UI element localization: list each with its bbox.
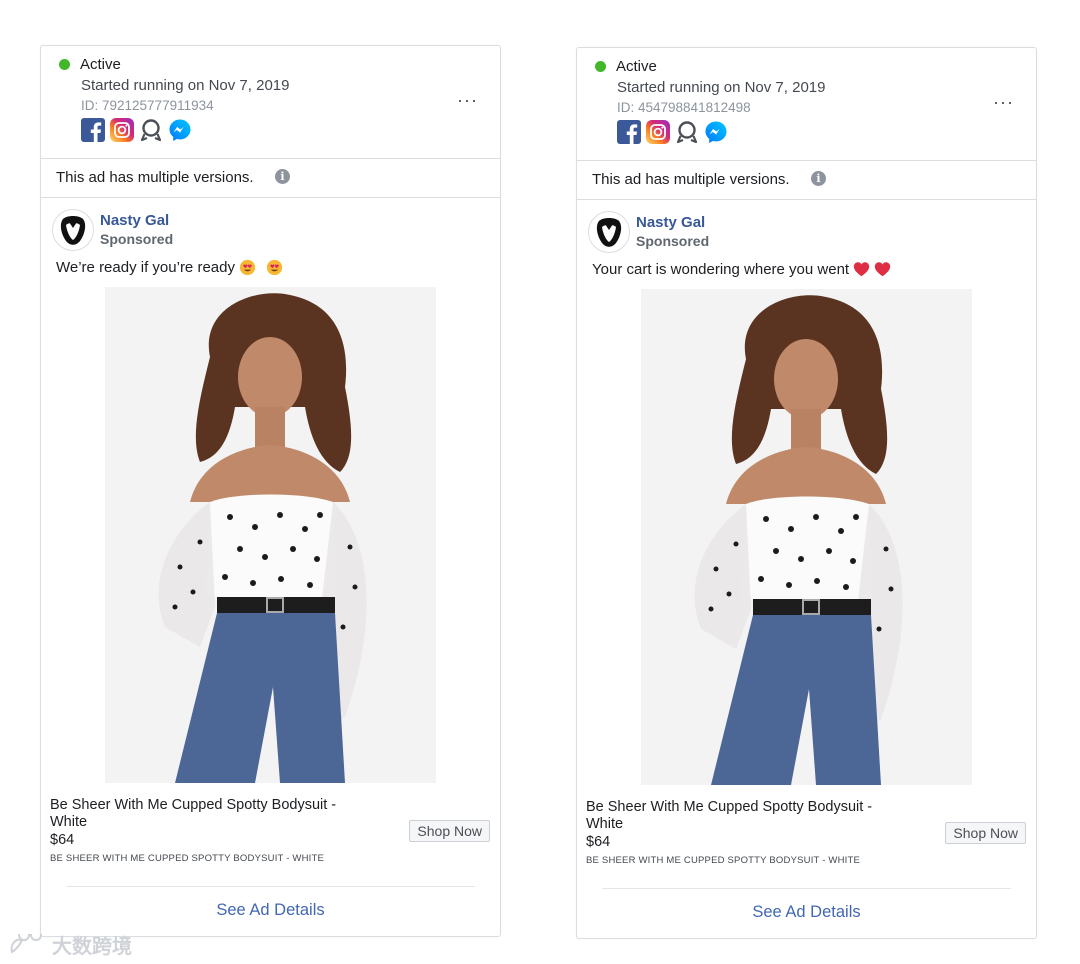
instagram-icon bbox=[110, 118, 134, 142]
red-heart-emoji bbox=[853, 262, 870, 277]
ad-image[interactable] bbox=[641, 289, 972, 785]
product-price: $64 bbox=[586, 834, 611, 850]
page-avatar[interactable] bbox=[588, 211, 630, 253]
nasty-gal-logo-icon bbox=[596, 218, 622, 247]
ad-card-1: Active Started running on Nov 7, 2019 ID… bbox=[40, 45, 501, 937]
sponsored-label: Sponsored bbox=[100, 231, 174, 247]
ad-header: Active Started running on Nov 7, 2019 ID… bbox=[41, 46, 500, 159]
messenger-icon bbox=[705, 121, 727, 143]
watermark: 大数跨境 bbox=[8, 930, 132, 959]
product-title: Be Sheer With Me Cupped Spotty Bodysuit … bbox=[50, 797, 337, 830]
status-row: Active bbox=[595, 58, 657, 75]
ad-id: ID: 792125777911934 bbox=[81, 98, 214, 113]
ad-image[interactable] bbox=[105, 287, 436, 783]
page-avatar[interactable] bbox=[52, 209, 94, 251]
info-icon[interactable]: i bbox=[811, 171, 826, 186]
page-name-link[interactable]: Nasty Gal bbox=[636, 214, 705, 231]
ad-primary-text: We’re ready if you’re ready bbox=[56, 259, 283, 276]
watermark-logo-icon bbox=[10, 933, 43, 954]
divider bbox=[66, 886, 475, 887]
facebook-icon bbox=[617, 120, 641, 144]
divider bbox=[602, 888, 1011, 889]
product-price: $64 bbox=[50, 832, 75, 848]
multiple-versions-bar: This ad has multiple versions. i bbox=[577, 161, 1036, 200]
versions-note: This ad has multiple versions. bbox=[592, 171, 790, 188]
multiple-versions-bar: This ad has multiple versions. i bbox=[41, 159, 500, 198]
messenger-icon bbox=[169, 119, 191, 141]
more-options-button[interactable]: ··· bbox=[993, 92, 1014, 113]
started-running-text: Started running on Nov 7, 2019 bbox=[81, 77, 290, 94]
versions-note: This ad has multiple versions. bbox=[56, 169, 254, 186]
model-photo bbox=[105, 287, 436, 783]
ad-header: Active Started running on Nov 7, 2019 ID… bbox=[577, 48, 1036, 161]
ad-card-2: Active Started running on Nov 7, 2019 ID… bbox=[576, 47, 1037, 939]
product-title: Be Sheer With Me Cupped Spotty Bodysuit … bbox=[586, 799, 873, 832]
facebook-icon bbox=[81, 118, 105, 142]
product-caption: BE SHEER WITH ME CUPPED SPOTTY BODYSUIT … bbox=[586, 855, 861, 866]
status-text: Active bbox=[616, 58, 657, 75]
platform-icons bbox=[617, 120, 728, 144]
more-options-button[interactable]: ··· bbox=[457, 90, 478, 111]
primary-text-content: Your cart is wondering where you went bbox=[592, 261, 850, 278]
shop-now-button[interactable]: Shop Now bbox=[409, 820, 490, 842]
red-heart-emoji bbox=[874, 262, 891, 277]
instagram-icon bbox=[646, 120, 670, 144]
active-status-dot bbox=[59, 59, 70, 70]
ad-id: ID: 454798841812498 bbox=[617, 100, 751, 115]
status-row: Active bbox=[59, 56, 121, 73]
platform-icons bbox=[81, 118, 192, 142]
info-icon[interactable]: i bbox=[275, 169, 290, 184]
ad-primary-text: Your cart is wondering where you went bbox=[592, 261, 891, 278]
see-ad-details-link[interactable]: See Ad Details bbox=[577, 903, 1036, 922]
shop-now-button[interactable]: Shop Now bbox=[945, 822, 1026, 844]
status-text: Active bbox=[80, 56, 121, 73]
sponsored-label: Sponsored bbox=[636, 233, 710, 249]
page-name-link[interactable]: Nasty Gal bbox=[100, 212, 169, 229]
nasty-gal-logo-icon bbox=[60, 216, 86, 245]
started-running-text: Started running on Nov 7, 2019 bbox=[617, 79, 826, 96]
heart-eyes-emoji bbox=[266, 259, 283, 276]
see-ad-details-link[interactable]: See Ad Details bbox=[41, 901, 500, 920]
watermark-text: 大数跨境 bbox=[52, 936, 132, 958]
audience-network-icon bbox=[676, 121, 698, 144]
audience-network-icon bbox=[140, 119, 162, 142]
model-photo bbox=[641, 289, 972, 785]
active-status-dot bbox=[595, 61, 606, 72]
primary-text-content: We’re ready if you’re ready bbox=[56, 259, 235, 276]
product-caption: BE SHEER WITH ME CUPPED SPOTTY BODYSUIT … bbox=[50, 853, 325, 864]
heart-eyes-emoji bbox=[239, 259, 256, 276]
